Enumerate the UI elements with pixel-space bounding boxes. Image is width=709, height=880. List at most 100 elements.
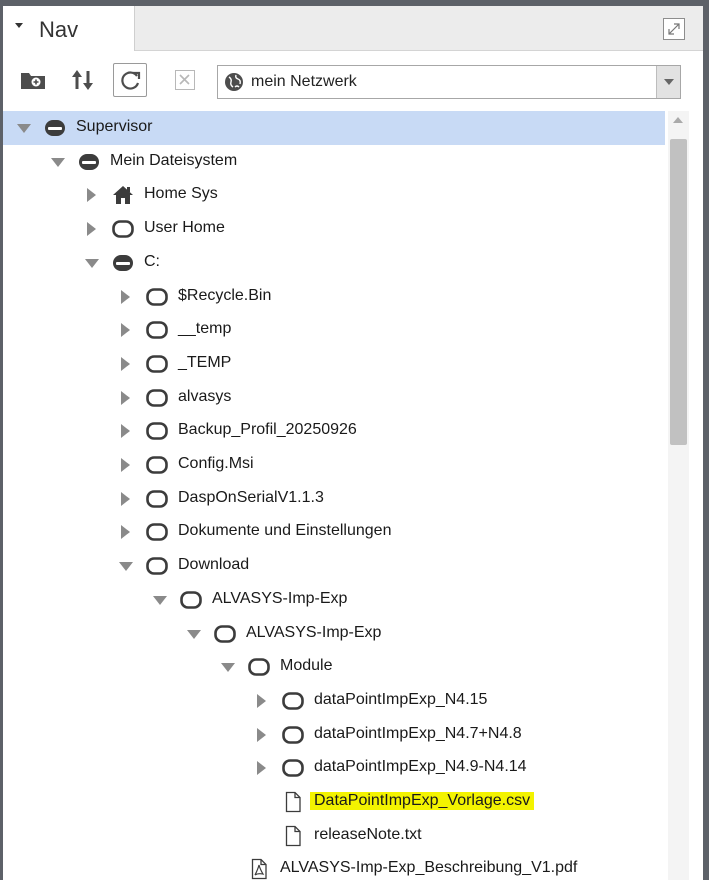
chevron-down-icon[interactable] bbox=[656, 66, 680, 98]
expand-arrow-right-icon[interactable] bbox=[121, 525, 130, 539]
tree-item-label: DaspOnSerialV1.1.3 bbox=[178, 489, 324, 506]
tree-row[interactable]: ALVASYS-Imp-Exp bbox=[3, 617, 665, 651]
folder-icon bbox=[146, 420, 168, 442]
tree-row[interactable]: ALVASYS-Imp-Exp_Beschreibung_V1.pdf bbox=[3, 852, 665, 880]
close-icon bbox=[175, 70, 195, 90]
tree-row[interactable]: Mein Dateisystem bbox=[3, 145, 665, 179]
tree-row[interactable]: Backup_Profil_20250926 bbox=[3, 414, 665, 448]
tree-row[interactable]: Supervisor bbox=[3, 111, 665, 145]
expand-arrow-right-icon[interactable] bbox=[257, 761, 266, 775]
tree-item-label: alvasys bbox=[178, 388, 232, 405]
expand-arrow-right-icon[interactable] bbox=[121, 492, 130, 506]
tree-row[interactable]: C: bbox=[3, 246, 665, 280]
stop-button[interactable] bbox=[168, 63, 202, 97]
sort-button[interactable] bbox=[66, 63, 100, 97]
drive-icon bbox=[112, 252, 134, 274]
expand-arrow-down-icon[interactable] bbox=[187, 630, 201, 639]
folder-icon bbox=[112, 218, 134, 240]
drive-icon bbox=[78, 151, 100, 173]
tree-row[interactable]: dataPointImpExp_N4.7+N4.8 bbox=[3, 718, 665, 752]
tree-row[interactable]: _TEMP bbox=[3, 347, 665, 381]
expand-arrow-right-icon[interactable] bbox=[121, 357, 130, 371]
folder-icon bbox=[146, 521, 168, 543]
refresh-icon bbox=[121, 71, 141, 90]
tree-item-label: ALVASYS-Imp-Exp bbox=[212, 590, 348, 607]
tree-item-label: Mein Dateisystem bbox=[110, 152, 238, 169]
expand-arrow-right-icon[interactable] bbox=[121, 458, 130, 472]
caret-down-icon[interactable] bbox=[15, 23, 23, 28]
folder-icon bbox=[282, 757, 304, 779]
tree-row[interactable]: dataPointImpExp_N4.9-N4.14 bbox=[3, 751, 665, 785]
expand-arrow-right-icon[interactable] bbox=[121, 323, 130, 337]
expand-arrow-down-icon[interactable] bbox=[119, 562, 133, 571]
expand-arrow-right-icon[interactable] bbox=[87, 188, 96, 202]
tree-item-label: dataPointImpExp_N4.7+N4.8 bbox=[314, 725, 522, 742]
expand-arrow-right-icon[interactable] bbox=[257, 728, 266, 742]
tree-row[interactable]: alvasys bbox=[3, 381, 665, 415]
expand-arrow-right-icon[interactable] bbox=[121, 424, 130, 438]
tree-row[interactable]: Download bbox=[3, 549, 665, 583]
file-icon bbox=[282, 825, 304, 847]
expand-arrow-right-icon[interactable] bbox=[257, 694, 266, 708]
tree-item-label: $Recycle.Bin bbox=[178, 287, 272, 304]
globe-icon bbox=[225, 73, 243, 91]
folder-icon bbox=[146, 286, 168, 308]
tree-item-label: Dokumente und Einstellungen bbox=[178, 522, 392, 539]
folder-icon bbox=[146, 454, 168, 476]
file-icon bbox=[282, 791, 304, 813]
tree-row[interactable]: Module bbox=[3, 650, 665, 684]
tree-row[interactable]: releaseNote.txt bbox=[3, 819, 665, 853]
tree-row[interactable]: dataPointImpExp_N4.15 bbox=[3, 684, 665, 718]
tree-row[interactable]: $Recycle.Bin bbox=[3, 280, 665, 314]
new-folder-button[interactable] bbox=[16, 63, 50, 97]
maximize-icon[interactable] bbox=[663, 18, 685, 40]
tree-item-label: Home Sys bbox=[144, 185, 218, 202]
expand-arrow-right-icon[interactable] bbox=[121, 391, 130, 405]
nav-panel: Nav mein Netzwerk Supervisor Mein Dateis… bbox=[3, 6, 703, 880]
drive-icon bbox=[44, 117, 66, 139]
folder-icon bbox=[214, 623, 236, 645]
tree-item-label: releaseNote.txt bbox=[314, 826, 422, 843]
expand-arrow-right-icon[interactable] bbox=[121, 290, 130, 304]
folder-icon bbox=[146, 555, 168, 577]
tree-item-label: ALVASYS-Imp-Exp_Beschreibung_V1.pdf bbox=[280, 859, 578, 876]
tree-row[interactable]: Dokumente und Einstellungen bbox=[3, 515, 665, 549]
toolbar: mein Netzwerk bbox=[3, 51, 703, 111]
tab-bar: Nav bbox=[3, 6, 703, 51]
folder-icon bbox=[180, 589, 202, 611]
folder-icon bbox=[282, 724, 304, 746]
tree-row[interactable]: Config.Msi bbox=[3, 448, 665, 482]
tree-row[interactable]: Home Sys bbox=[3, 178, 665, 212]
expand-arrow-down-icon[interactable] bbox=[221, 663, 235, 672]
file-tree: Supervisor Mein Dateisystem Home Sys User H… bbox=[3, 111, 665, 880]
tree-row[interactable]: User Home bbox=[3, 212, 665, 246]
tree-row[interactable]: ALVASYS-Imp-Exp bbox=[3, 583, 665, 617]
tree-item-label: Config.Msi bbox=[178, 455, 254, 472]
scrollbar-thumb[interactable] bbox=[670, 139, 687, 445]
expand-arrow-down-icon[interactable] bbox=[17, 124, 31, 133]
tree-item-label: Supervisor bbox=[76, 118, 153, 135]
tree-item-label: _TEMP bbox=[178, 354, 232, 371]
home-icon bbox=[112, 184, 134, 206]
tree-item-label: ALVASYS-Imp-Exp bbox=[246, 624, 382, 641]
expand-arrow-down-icon[interactable] bbox=[85, 259, 99, 268]
tree-row[interactable]: DataPointImpExp_Vorlage.csv bbox=[3, 785, 665, 819]
expand-arrow-right-icon[interactable] bbox=[87, 222, 96, 236]
vertical-scrollbar[interactable] bbox=[668, 111, 689, 880]
sort-arrows-icon bbox=[72, 70, 93, 90]
tree-row[interactable]: __temp bbox=[3, 313, 665, 347]
tree-row[interactable]: DaspOnSerialV1.1.3 bbox=[3, 482, 665, 516]
folder-icon bbox=[282, 690, 304, 712]
expand-arrow-down-icon[interactable] bbox=[153, 596, 167, 605]
location-select[interactable]: mein Netzwerk bbox=[217, 65, 681, 99]
tree-item-label: DataPointImpExp_Vorlage.csv bbox=[310, 792, 535, 810]
folder-icon bbox=[146, 353, 168, 375]
tree-item-label: User Home bbox=[144, 219, 225, 236]
tree-item-label: dataPointImpExp_N4.15 bbox=[314, 691, 488, 708]
tab-title: Nav bbox=[39, 17, 79, 42]
scroll-up-arrow-icon[interactable] bbox=[673, 117, 683, 123]
tab-nav[interactable]: Nav bbox=[3, 6, 135, 51]
expand-arrow-down-icon[interactable] bbox=[51, 158, 65, 167]
refresh-button[interactable] bbox=[113, 63, 147, 97]
folder-icon bbox=[146, 488, 168, 510]
